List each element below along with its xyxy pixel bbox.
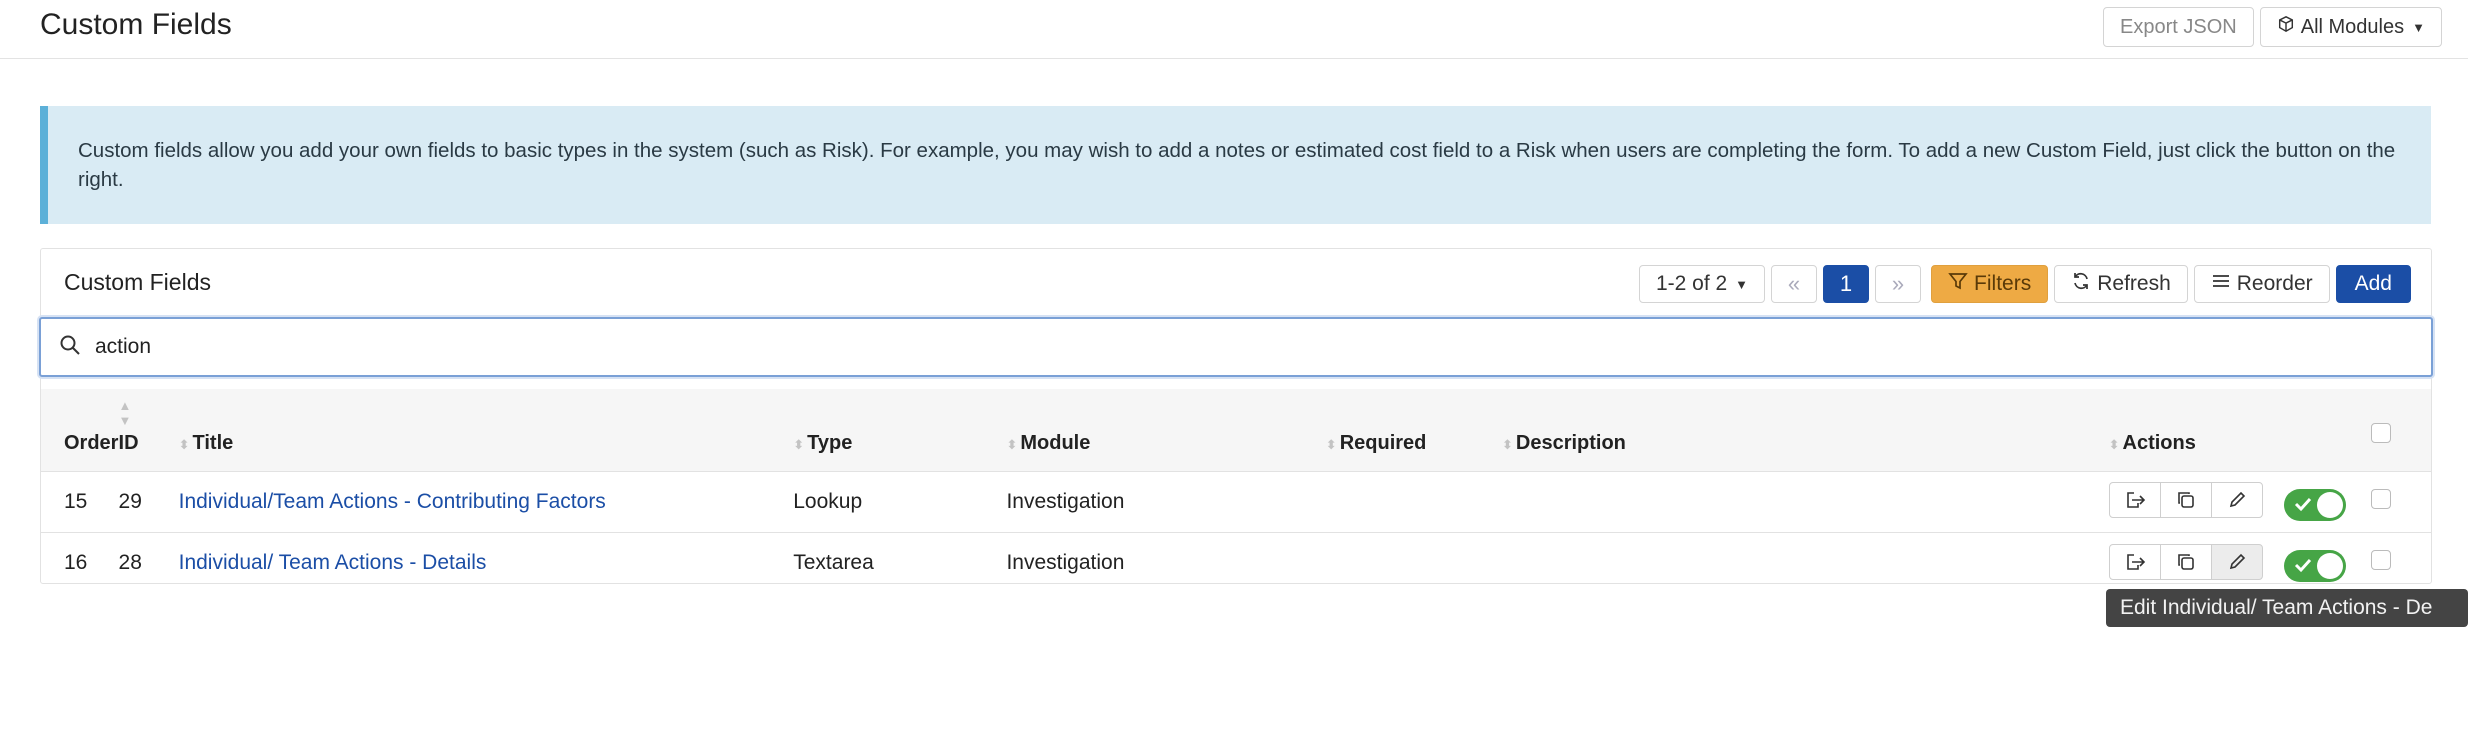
column-header-id[interactable]: ▲ ▼ ID — [119, 389, 179, 471]
reorder-button[interactable]: Reorder — [2193, 265, 2330, 303]
table-row: 16 28 Individual/ Team Actions - Details… — [41, 532, 2431, 593]
export-icon[interactable] — [2108, 543, 2161, 580]
cell-module: Investigation — [1006, 489, 1125, 513]
column-header-select-all[interactable] — [2370, 389, 2431, 471]
double-chevron-left-icon: « — [1787, 271, 1801, 296]
custom-fields-panel: Custom Fields 1-2 of 2 ▼ « 1 » Filters R… — [39, 248, 2433, 584]
cell-title-link[interactable]: Individual/ Team Actions - Details — [179, 551, 487, 574]
page-1-button[interactable]: 1 — [1823, 265, 1870, 303]
caret-down-icon: ▼ — [1735, 276, 1749, 292]
add-button[interactable]: Add — [2335, 265, 2411, 303]
export-icon[interactable] — [2108, 482, 2161, 519]
cell-id: 29 — [118, 489, 142, 513]
copy-icon[interactable] — [2159, 482, 2212, 519]
select-all-checkbox[interactable] — [2370, 422, 2391, 443]
column-header-module[interactable]: ⬍ Module — [1006, 389, 1325, 471]
cell-description — [1502, 471, 2109, 532]
column-header-required[interactable]: ⬍ Required — [1326, 389, 1502, 471]
refresh-label: Refresh — [2097, 272, 2171, 295]
cell-id: 28 — [118, 550, 142, 574]
column-header-order[interactable]: Order — [41, 389, 119, 471]
refresh-icon — [2071, 271, 2091, 297]
column-header-title[interactable]: ⬍ Title — [179, 389, 794, 471]
sort-icon: ▲ ▼ — [118, 397, 132, 428]
info-text: Custom fields allow you add your own fie… — [78, 139, 2396, 191]
page-number: 1 — [1839, 271, 1853, 296]
sort-icon: ⬍ — [1006, 436, 1018, 452]
sort-icon: ⬍ — [178, 436, 190, 452]
cell-select — [2370, 471, 2431, 532]
table-header-row: Order ▲ ▼ ID ⬍ Title ⬍ Type ⬍ Module ⬍ Requir… — [41, 389, 2431, 471]
refresh-button[interactable]: Refresh — [2054, 265, 2188, 303]
sort-icon: ⬍ — [2108, 436, 2120, 452]
filters-button[interactable]: Filters — [1931, 265, 2049, 303]
enabled-toggle[interactable] — [2284, 549, 2347, 582]
sort-icon: ⬍ — [1501, 436, 1513, 452]
check-icon — [2293, 554, 2313, 582]
sort-icon: ⬍ — [793, 436, 805, 452]
cell-title-link[interactable]: Individual/Team Actions - Contributing F… — [179, 490, 606, 513]
filters-label: Filters — [1974, 272, 2032, 295]
info-alert: Custom fields allow you add your own fie… — [40, 106, 2431, 224]
top-bar: Custom Fields Export JSON All Modules ▼ — [0, 0, 2468, 59]
panel-actions: 1-2 of 2 ▼ « 1 » Filters Refresh Reorder… — [1638, 265, 2411, 303]
cell-select — [2370, 532, 2431, 593]
tooltip-text: Edit Individual/ Team Actions - De — [2120, 596, 2433, 619]
edit-tooltip: Edit Individual/ Team Actions - De — [2106, 589, 2468, 627]
edit-pencil-icon[interactable] — [2210, 482, 2263, 519]
page-title: Custom Fields — [40, 8, 232, 41]
search-box — [39, 317, 2433, 377]
list-icon — [2211, 271, 2231, 297]
row-checkbox[interactable] — [2370, 488, 2391, 509]
pagination: 1-2 of 2 ▼ « 1 » — [1638, 265, 1922, 303]
column-header-actions[interactable]: ⬍ Actions — [2109, 389, 2371, 471]
enabled-toggle[interactable] — [2284, 488, 2347, 521]
cell-type: Lookup — [793, 489, 863, 513]
page-range-dropdown[interactable]: 1-2 of 2 ▼ — [1638, 265, 1766, 303]
export-json-button[interactable]: Export JSON — [2103, 7, 2254, 47]
cell-type: Textarea — [793, 550, 874, 574]
copy-icon[interactable] — [2159, 543, 2212, 580]
all-modules-dropdown[interactable]: All Modules ▼ — [2259, 7, 2442, 47]
search-input[interactable] — [93, 334, 2293, 360]
reorder-label: Reorder — [2236, 272, 2313, 295]
page-range-label: 1-2 of 2 — [1655, 272, 1728, 295]
cell-order: 16 — [64, 550, 88, 574]
panel-title: Custom Fields — [64, 269, 211, 295]
cell-required — [1326, 471, 1502, 532]
cube-icon — [2277, 15, 2295, 39]
column-header-description[interactable]: ⬍ Description — [1502, 389, 2109, 471]
cell-order: 15 — [64, 489, 88, 513]
filter-icon — [1948, 271, 1968, 297]
sort-icon: ⬍ — [1325, 436, 1337, 452]
caret-down-icon: ▼ — [2412, 19, 2425, 35]
export-json-label: Export JSON — [2120, 15, 2237, 38]
next-page-button[interactable]: » — [1875, 265, 1922, 303]
table-row: 15 29 Individual/Team Actions - Contribu… — [41, 471, 2431, 532]
cell-module: Investigation — [1006, 550, 1125, 574]
all-modules-label: All Modules — [2300, 15, 2405, 38]
cell-actions — [2108, 532, 2371, 593]
column-header-type[interactable]: ⬍ Type — [793, 389, 1006, 471]
prev-page-button[interactable]: « — [1771, 265, 1818, 303]
check-icon — [2293, 493, 2313, 521]
custom-fields-table: Order ▲ ▼ ID ⬍ Title ⬍ Type ⬍ Module ⬍ Requir… — [41, 389, 2431, 593]
cell-description — [1502, 532, 2109, 593]
cell-actions — [2108, 471, 2371, 532]
row-checkbox[interactable] — [2370, 549, 2391, 570]
edit-pencil-icon[interactable] — [2210, 543, 2263, 580]
top-actions: Export JSON All Modules ▼ — [2103, 7, 2442, 47]
panel-header: Custom Fields 1-2 of 2 ▼ « 1 » Filters R… — [41, 249, 2431, 317]
double-chevron-right-icon: » — [1891, 271, 1905, 296]
cell-required — [1326, 532, 1502, 593]
add-label: Add — [2354, 272, 2392, 295]
search-icon — [59, 334, 81, 361]
